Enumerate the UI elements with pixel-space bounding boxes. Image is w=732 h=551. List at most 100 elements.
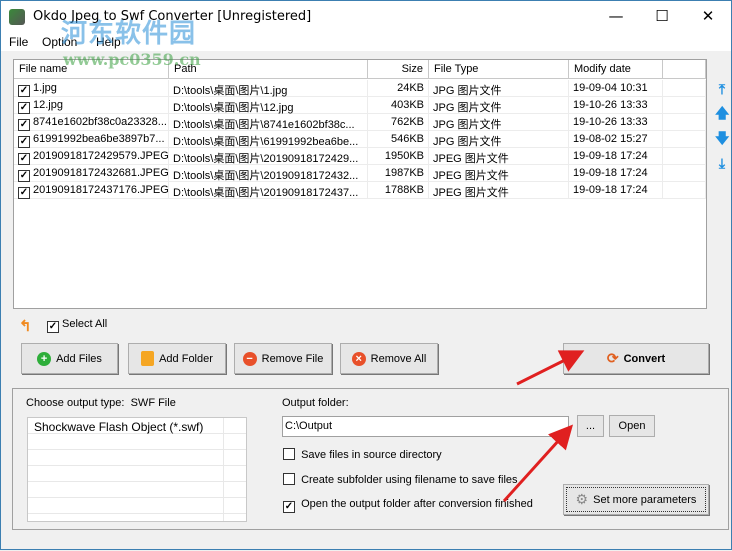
cell-name: ✓ 20190918172437176.JPEG	[14, 182, 169, 199]
cell-name: ✓ 12.jpg	[14, 97, 169, 114]
option-label: Open the output folder after conversion …	[301, 498, 533, 510]
convert-label: Convert	[623, 352, 666, 365]
title-bar: Okdo Jpeg to Swf Converter [Unregistered…	[1, 1, 731, 33]
row-checkbox[interactable]: ✓	[18, 102, 30, 114]
cell-blank	[663, 165, 706, 182]
output-type-item[interactable]: Shockwave Flash Object (*.swf)	[28, 418, 246, 436]
cell-size: 24KB	[368, 80, 429, 97]
cell-name: ✓ 20190918172429579.JPEG	[14, 148, 169, 165]
output-type-list[interactable]: Shockwave Flash Object (*.swf)	[27, 417, 247, 522]
option-checkbox[interactable]: ✓ Open the output folder after conversio…	[283, 498, 533, 513]
col-header-filename[interactable]: File name	[14, 60, 169, 79]
cell-blank	[663, 131, 706, 148]
move-top-icon[interactable]: ⤒	[715, 82, 729, 96]
cell-type: JPG 图片文件	[429, 114, 569, 131]
cell-path: D:\tools\桌面\图片\20190918172432...	[169, 165, 368, 182]
go-up-folder-icon[interactable]: ↰	[19, 317, 32, 335]
row-checkbox[interactable]: ✓	[18, 153, 30, 165]
output-folder-label: Output folder:	[282, 397, 349, 409]
cell-name: ✓ 20190918172432681.JPEG	[14, 165, 169, 182]
folder-icon	[141, 351, 155, 366]
cell-name: ✓ 8741e1602bf38c0a23328...	[14, 114, 169, 131]
menu-bar: File Option Help	[1, 33, 731, 51]
open-folder-button[interactable]: Open	[609, 415, 655, 437]
x-circle-icon: ×	[351, 351, 366, 366]
cell-date: 19-09-04 10:31	[569, 80, 663, 97]
checkbox-box[interactable]	[283, 448, 295, 460]
move-down-icon[interactable]: 🡇	[715, 131, 729, 145]
app-icon	[9, 9, 25, 25]
cell-date: 19-10-26 13:33	[569, 97, 663, 114]
row-checkbox[interactable]: ✓	[18, 85, 30, 97]
option-label: Save files in source directory	[301, 449, 442, 461]
table-row[interactable]: ✓ 61991992bea6be3897b7... D:\tools\桌面\图片\6…	[14, 131, 706, 148]
menu-help[interactable]: Help	[96, 35, 121, 49]
maximize-button[interactable]: ☐	[639, 1, 685, 33]
remove-file-button[interactable]: − Remove File	[234, 343, 332, 374]
cell-date: 19-10-26 13:33	[569, 114, 663, 131]
window-title: Okdo Jpeg to Swf Converter [Unregistered…	[33, 9, 312, 24]
cell-blank	[663, 97, 706, 114]
menu-option[interactable]: Option	[42, 35, 77, 49]
cell-size: 403KB	[368, 97, 429, 114]
option-checkbox[interactable]: Create subfolder using filename to save …	[283, 473, 518, 486]
cell-size: 762KB	[368, 114, 429, 131]
table-row[interactable]: ✓ 20190918172432681.JPEG D:\tools\桌面\图片\20…	[14, 165, 706, 182]
move-bottom-icon[interactable]: ⤓	[715, 156, 729, 170]
cell-path: D:\tools\桌面\图片\61991992bea6be...	[169, 131, 368, 148]
cell-date: 19-09-18 17:24	[569, 182, 663, 199]
browse-button[interactable]: ...	[577, 415, 604, 437]
cell-blank	[663, 114, 706, 131]
move-up-icon[interactable]: 🡅	[715, 106, 729, 120]
cell-type: JPG 图片文件	[429, 97, 569, 114]
col-header-path[interactable]: Path	[169, 60, 368, 79]
select-all-label: Select All	[62, 318, 108, 330]
file-table[interactable]: File name Path Size File Type Modify dat…	[13, 59, 707, 309]
table-row[interactable]: ✓ 12.jpg D:\tools\桌面\图片\12.jpg 403KB JPG 图片文…	[14, 97, 706, 114]
option-checkbox[interactable]: Save files in source directory	[283, 448, 442, 461]
row-checkbox[interactable]: ✓	[18, 187, 30, 199]
cell-path: D:\tools\桌面\图片\8741e1602bf38c...	[169, 114, 368, 131]
remove-all-button[interactable]: × Remove All	[340, 343, 438, 374]
table-row[interactable]: ✓ 1.jpg D:\tools\桌面\图片\1.jpg 24KB JPG 图片文件 19…	[14, 80, 706, 97]
cell-date: 19-09-18 17:24	[569, 148, 663, 165]
close-button[interactable]: ✕	[685, 1, 731, 33]
set-more-parameters-button[interactable]: ⚙ Set more parameters	[563, 484, 709, 515]
gear-icon: ⚙	[575, 491, 589, 507]
cell-type: JPEG 图片文件	[429, 182, 569, 199]
row-checkbox[interactable]: ✓	[18, 170, 30, 182]
table-row[interactable]: ✓ 20190918172429579.JPEG D:\tools\桌面\图片\20…	[14, 148, 706, 165]
checkbox-box[interactable]	[283, 473, 295, 485]
minimize-button[interactable]: —	[593, 1, 639, 33]
table-row[interactable]: ✓ 8741e1602bf38c0a23328... D:\tools\桌面\图片\…	[14, 114, 706, 131]
select-all-checkbox[interactable]: ✓ Select All	[47, 318, 107, 333]
checkbox-box[interactable]: ✓	[283, 501, 295, 513]
menu-file[interactable]: File	[9, 35, 28, 49]
col-header-size[interactable]: Size	[368, 60, 429, 79]
remove-file-label: Remove File	[261, 352, 324, 365]
remove-all-label: Remove All	[370, 352, 427, 365]
row-checkbox[interactable]: ✓	[18, 136, 30, 148]
cell-date: 19-08-02 15:27	[569, 131, 663, 148]
cell-size: 546KB	[368, 131, 429, 148]
cell-type: JPEG 图片文件	[429, 148, 569, 165]
col-header-date[interactable]: Modify date	[569, 60, 663, 79]
cell-blank	[663, 80, 706, 97]
cell-size: 1950KB	[368, 148, 429, 165]
col-header-filetype[interactable]: File Type	[429, 60, 569, 79]
cell-type: JPG 图片文件	[429, 80, 569, 97]
plus-icon: +	[37, 351, 52, 366]
table-row[interactable]: ✓ 20190918172437176.JPEG D:\tools\桌面\图片\20…	[14, 182, 706, 199]
output-folder-input[interactable]: C:\Output	[282, 416, 569, 437]
minus-icon: −	[242, 351, 257, 366]
col-header-blank	[663, 60, 706, 79]
row-checkbox[interactable]: ✓	[18, 119, 30, 131]
cell-blank	[663, 148, 706, 165]
option-label: Create subfolder using filename to save …	[301, 474, 518, 486]
cell-date: 19-09-18 17:24	[569, 165, 663, 182]
add-files-button[interactable]: + Add Files	[21, 343, 118, 374]
cell-name: ✓ 61991992bea6be3897b7...	[14, 131, 169, 148]
add-folder-button[interactable]: Add Folder	[128, 343, 226, 374]
cell-type: JPEG 图片文件	[429, 165, 569, 182]
convert-button[interactable]: ⟳ Convert	[563, 343, 709, 374]
